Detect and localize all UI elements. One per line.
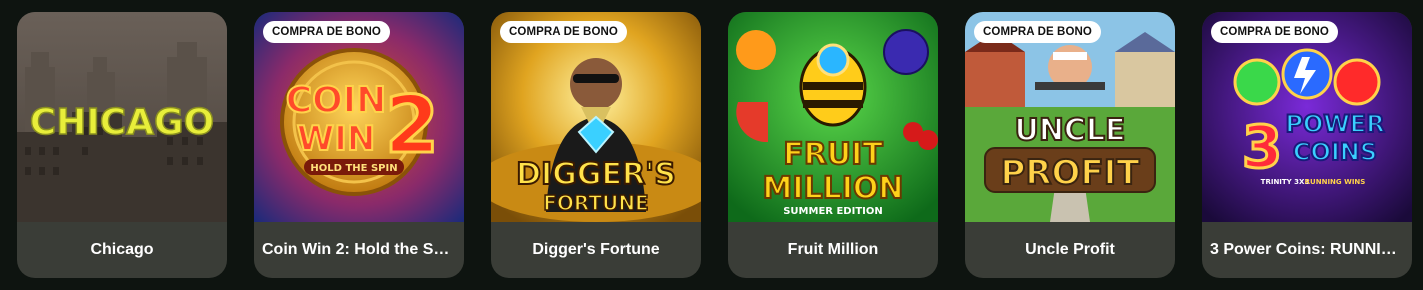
game-card-coin-win-2[interactable]: COMPRA DE BONO COIN WIN 2 HOLD THE SPIN … bbox=[254, 12, 464, 278]
power-coins-artwork: 3 POWER COINS TRINITY 3X3 RUNNING WINS bbox=[1202, 12, 1412, 222]
game-thumbnail-fruit-million[interactable]: FRUIT MILLION SUMMER EDITION bbox=[728, 12, 938, 222]
chicago-logo: CHICAGO bbox=[30, 102, 214, 143]
power-coins-logo-line2: COINS bbox=[1293, 138, 1377, 166]
digger-artwork: DIGGER'S FORTUNE bbox=[491, 12, 701, 222]
power-coins-logo-trinity: TRINITY 3X3 bbox=[1261, 178, 1310, 186]
power-coins-logo-line1: POWER bbox=[1285, 110, 1384, 138]
coin-win-logo-subtitle: HOLD THE SPIN bbox=[310, 163, 397, 174]
fruit-million-logo-subtitle: SUMMER EDITION bbox=[783, 206, 883, 217]
game-thumbnail-diggers-fortune[interactable]: DIGGER'S FORTUNE bbox=[491, 12, 701, 222]
game-card-chicago[interactable]: CHICAGO Chicago bbox=[17, 12, 227, 278]
game-title: Digger's Fortune bbox=[532, 241, 660, 258]
coin-win-artwork: COIN WIN 2 HOLD THE SPIN bbox=[254, 12, 464, 222]
bonus-buy-badge: COMPRA DE BONO bbox=[1211, 21, 1338, 43]
digger-logo-line1: DIGGER'S bbox=[516, 157, 676, 192]
game-title: 3 Power Coins: RUNNIN... bbox=[1210, 241, 1404, 258]
bonus-buy-badge: COMPRA DE BONO bbox=[974, 21, 1101, 43]
game-title: Fruit Million bbox=[787, 241, 879, 258]
power-coins-logo-running-wins: RUNNING WINS bbox=[1305, 178, 1366, 186]
game-title: Coin Win 2: Hold the Spin bbox=[262, 241, 456, 258]
game-card-uncle-profit[interactable]: COMPRA DE BONO UNCLE PROFIT Uncle Profit bbox=[965, 12, 1175, 278]
game-card-diggers-fortune[interactable]: COMPRA DE BONO DIGGER'S FORTUNE Digger's bbox=[491, 12, 701, 278]
game-grid: CHICAGO Chicago COMPRA DE BONO COIN WIN … bbox=[17, 12, 1412, 278]
power-coins-logo-number: 3 bbox=[1242, 113, 1282, 181]
game-thumbnail-uncle-profit[interactable]: UNCLE PROFIT bbox=[965, 12, 1175, 222]
fruit-million-logo-line2: MILLION bbox=[762, 171, 903, 206]
uncle-profit-logo-line1: UNCLE bbox=[1014, 113, 1125, 148]
uncle-profit-logo-line2: PROFIT bbox=[1000, 153, 1140, 193]
uncle-profit-artwork: UNCLE PROFIT bbox=[965, 12, 1175, 222]
coin-win-logo-line1: COIN bbox=[286, 80, 387, 121]
coin-win-logo-number: 2 bbox=[385, 81, 439, 171]
game-card-fruit-million[interactable]: FRUIT MILLION SUMMER EDITION Fruit Milli… bbox=[728, 12, 938, 278]
digger-logo-line2: FORTUNE bbox=[543, 191, 648, 215]
chicago-artwork: CHICAGO bbox=[17, 12, 227, 222]
game-thumbnail-coin-win-2[interactable]: COIN WIN 2 HOLD THE SPIN bbox=[254, 12, 464, 222]
fruit-million-logo-line1: FRUIT bbox=[783, 137, 883, 172]
game-title: Chicago bbox=[90, 241, 154, 258]
bonus-buy-badge: COMPRA DE BONO bbox=[500, 21, 627, 43]
game-title: Uncle Profit bbox=[1025, 241, 1115, 258]
game-card-3-power-coins[interactable]: COMPRA DE BONO 3 POWER COINS TRINITY 3X3… bbox=[1202, 12, 1412, 278]
game-thumbnail-3-power-coins[interactable]: 3 POWER COINS TRINITY 3X3 RUNNING WINS bbox=[1202, 12, 1412, 222]
bonus-buy-badge: COMPRA DE BONO bbox=[263, 21, 390, 43]
fruit-million-artwork: FRUIT MILLION SUMMER EDITION bbox=[728, 12, 938, 222]
coin-win-logo-line2: WIN bbox=[297, 119, 376, 159]
game-thumbnail-chicago[interactable]: CHICAGO bbox=[17, 12, 227, 222]
